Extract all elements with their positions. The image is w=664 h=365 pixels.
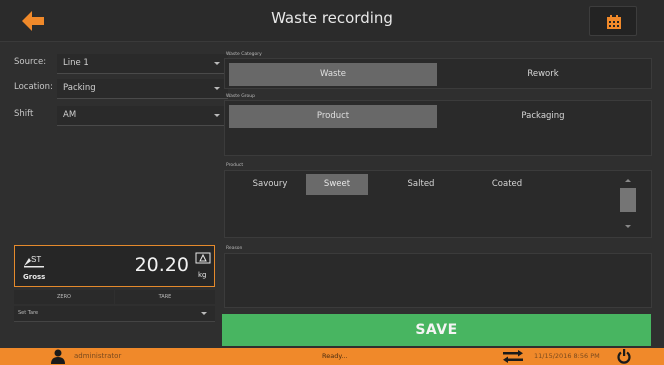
source-field: Source: Line 1 bbox=[14, 54, 228, 74]
sync-icon[interactable] bbox=[502, 350, 524, 363]
waste-category-label: Waste Category bbox=[226, 52, 262, 57]
location-value: Packing bbox=[63, 83, 96, 93]
page-title: Waste recording bbox=[271, 9, 393, 27]
scale-mode-label: Gross bbox=[23, 273, 46, 281]
svg-text:ST: ST bbox=[31, 255, 41, 264]
set-tare-select[interactable]: Set Tare bbox=[14, 306, 215, 322]
scale-weight-value: 20.20 bbox=[134, 254, 189, 276]
location-label: Location: bbox=[14, 82, 53, 92]
scroll-up-icon[interactable] bbox=[625, 179, 631, 182]
waste-category-waste[interactable]: Waste bbox=[229, 63, 437, 86]
scroll-down-icon[interactable] bbox=[625, 225, 631, 228]
chevron-down-icon bbox=[201, 312, 207, 315]
waste-group-group: Product Packaging bbox=[224, 100, 652, 156]
product-sweet[interactable]: Sweet bbox=[306, 174, 368, 195]
product-label: Product bbox=[226, 163, 244, 168]
user-name: administrator bbox=[74, 352, 122, 360]
scale-buttons: ZERO TARE bbox=[14, 290, 215, 304]
location-field: Location: Packing bbox=[14, 79, 228, 99]
source-value: Line 1 bbox=[63, 58, 89, 68]
header-bar: Waste recording bbox=[0, 0, 664, 42]
zero-button[interactable]: ZERO bbox=[14, 290, 114, 304]
scale-unit: kg bbox=[198, 271, 207, 279]
waste-category-rework[interactable]: Rework bbox=[439, 63, 647, 86]
scroll-thumb[interactable] bbox=[620, 188, 636, 212]
chevron-down-icon bbox=[214, 114, 220, 117]
reason-label: Reason bbox=[226, 246, 243, 251]
shift-value: AM bbox=[63, 110, 77, 120]
source-select[interactable]: Line 1 bbox=[57, 54, 228, 74]
chevron-down-icon bbox=[214, 62, 220, 65]
chevron-down-icon bbox=[214, 87, 220, 90]
save-button[interactable]: SAVE bbox=[222, 314, 651, 346]
zero-center-icon bbox=[195, 252, 211, 264]
product-salted[interactable]: Salted bbox=[396, 174, 446, 195]
shift-label: Shift bbox=[14, 109, 34, 119]
status-text: Ready... bbox=[322, 352, 348, 360]
product-coated[interactable]: Coated bbox=[484, 174, 530, 195]
user-icon bbox=[51, 349, 65, 364]
location-select[interactable]: Packing bbox=[57, 79, 228, 99]
source-label: Source: bbox=[14, 57, 47, 67]
reason-input[interactable] bbox=[224, 253, 652, 308]
power-icon[interactable] bbox=[617, 349, 631, 364]
product-scrollbar[interactable] bbox=[618, 175, 638, 233]
shift-select[interactable]: AM bbox=[57, 106, 228, 126]
calendar-button[interactable] bbox=[589, 6, 637, 36]
waste-group-packaging[interactable]: Packaging bbox=[439, 105, 647, 128]
waste-group-label: Waste Group bbox=[226, 94, 255, 99]
waste-group-product[interactable]: Product bbox=[229, 105, 437, 128]
stable-scale-icon: ST bbox=[24, 255, 44, 268]
status-bar: administrator Ready... 11/15/2016 8:56 P… bbox=[0, 348, 664, 365]
set-tare-label: Set Tare bbox=[18, 310, 39, 316]
datetime: 11/15/2016 8:56 PM bbox=[534, 352, 600, 360]
tare-button[interactable]: TARE bbox=[115, 290, 215, 304]
scale-display: ST Gross 20.20 kg bbox=[14, 245, 215, 287]
shift-field: Shift AM bbox=[14, 106, 228, 126]
calendar-icon bbox=[607, 15, 621, 29]
product-savoury[interactable]: Savoury bbox=[240, 174, 300, 195]
waste-category-group: Waste Rework bbox=[224, 58, 652, 89]
